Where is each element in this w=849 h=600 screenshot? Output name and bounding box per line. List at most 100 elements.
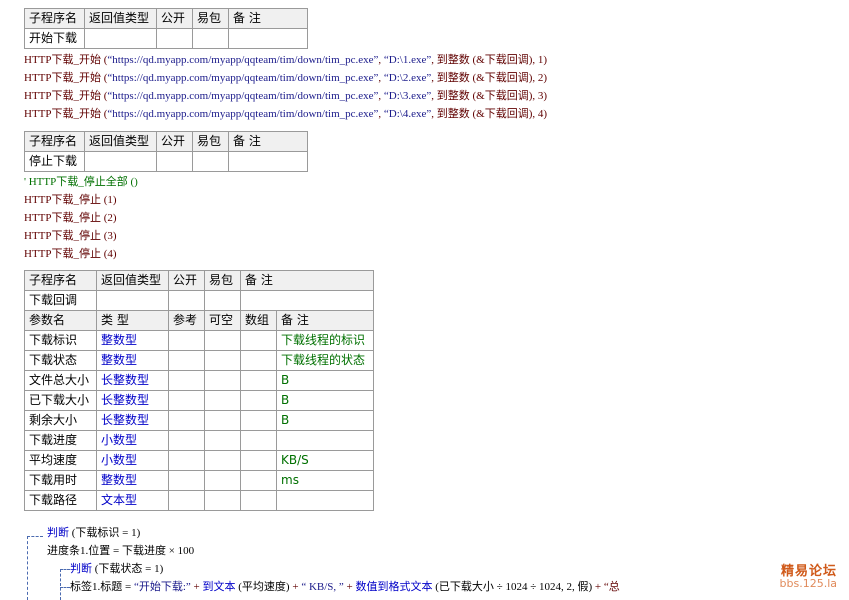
header-type: 类 型 [96, 310, 169, 331]
header-note: 备 注 [239, 270, 375, 291]
param-note[interactable] [275, 430, 375, 451]
param-optional[interactable] [204, 330, 241, 351]
code-if-status[interactable]: 判断 (下载状态 = 1) [70, 560, 163, 578]
param-optional[interactable] [204, 390, 241, 411]
code-comment-stop-all[interactable]: ' HTTP下载_停止全部 () [24, 173, 138, 191]
sub-name-stop[interactable]: 停止下载 [24, 151, 85, 172]
func-to-int: 到整数 [436, 72, 470, 84]
sub-table-stop: 子程序名 返回值类型 公开 易包 备 注 停止下载 [24, 131, 308, 172]
code-line-http-start[interactable]: HTTP下载_开始 (“https://qd.myapp.com/myapp/q… [24, 87, 547, 105]
sub-name-start[interactable]: 开始下载 [24, 28, 85, 49]
param-array[interactable] [240, 370, 277, 391]
cell-empty[interactable] [156, 151, 193, 172]
code-line-http-start[interactable]: HTTP下载_开始 (“https://qd.myapp.com/myapp/q… [24, 105, 547, 123]
code-label-caption[interactable]: 标签1.标题 = “开始下载:” + 到文本 (平均速度) + “ KB/S, … [70, 578, 620, 596]
param-array[interactable] [240, 490, 277, 511]
index-arg: 3) [537, 90, 548, 102]
param-type[interactable]: 小数型 [96, 450, 169, 471]
code-line-http-start[interactable]: HTTP下载_开始 (“https://qd.myapp.com/myapp/q… [24, 51, 547, 69]
param-array[interactable] [240, 450, 277, 471]
param-array[interactable] [240, 430, 277, 451]
cell-empty[interactable] [228, 28, 308, 49]
callback-arg: (&下载回调) [472, 90, 533, 102]
cell-empty[interactable] [156, 28, 193, 49]
param-array[interactable] [240, 330, 277, 351]
code-line-http-stop[interactable]: HTTP下载_停止 (4) [24, 245, 117, 263]
param-type[interactable]: 整数型 [96, 470, 169, 491]
code-line-http-stop[interactable]: HTTP下载_停止 (2) [24, 209, 117, 227]
code-assign-progress[interactable]: 进度条1.位置 = 下载进度 × 100 [47, 542, 194, 560]
operator-plus: + [193, 581, 200, 593]
param-type[interactable]: 长整数型 [96, 370, 169, 391]
param-ref[interactable] [168, 330, 205, 351]
param-ref[interactable] [168, 430, 205, 451]
param-type[interactable]: 长整数型 [96, 410, 169, 431]
param-row: 已下载大小 长整数型 B [24, 390, 375, 411]
param-note[interactable]: 下载线程的标识 [275, 330, 375, 351]
param-array[interactable] [240, 410, 277, 431]
param-name[interactable]: 下载进度 [24, 430, 97, 451]
param-ref[interactable] [168, 490, 205, 511]
param-note[interactable] [275, 490, 375, 511]
param-name[interactable]: 平均速度 [24, 450, 97, 471]
param-optional[interactable] [204, 490, 241, 511]
code-line-http-stop[interactable]: HTTP下载_停止 (3) [24, 227, 117, 245]
path-string: “D:\1.exe” [383, 54, 432, 66]
cell-empty[interactable] [84, 28, 157, 49]
flow-line-inner-head [60, 569, 70, 570]
param-ref[interactable] [168, 350, 205, 371]
param-note[interactable]: B [275, 370, 375, 391]
header-easy-pkg: 易包 [204, 270, 241, 291]
param-note[interactable]: B [275, 410, 375, 431]
func-to-int: 到整数 [436, 90, 470, 102]
param-ref[interactable] [168, 370, 205, 391]
param-name[interactable]: 下载用时 [24, 470, 97, 491]
param-name[interactable]: 剩余大小 [24, 410, 97, 431]
cell-empty[interactable] [239, 290, 375, 311]
cell-empty[interactable] [192, 151, 229, 172]
path-string: “D:\4.exe” [383, 108, 432, 120]
param-ref[interactable] [168, 390, 205, 411]
string-kbs: “ KB/S, ” [301, 581, 344, 593]
param-optional[interactable] [204, 370, 241, 391]
param-note[interactable]: 下载线程的状态 [275, 350, 375, 371]
param-note[interactable]: B [275, 390, 375, 411]
param-ref[interactable] [168, 470, 205, 491]
cell-empty[interactable] [192, 28, 229, 49]
code-line-http-stop[interactable]: HTTP下载_停止 (1) [24, 191, 117, 209]
param-ref[interactable] [168, 450, 205, 471]
param-optional[interactable] [204, 430, 241, 451]
param-optional[interactable] [204, 410, 241, 431]
param-optional[interactable] [204, 470, 241, 491]
param-optional[interactable] [204, 350, 241, 371]
cell-empty[interactable] [168, 290, 205, 311]
param-row: 平均速度 小数型 KB/S [24, 450, 375, 471]
cell-empty[interactable] [96, 290, 169, 311]
param-name[interactable]: 下载状态 [24, 350, 97, 371]
param-optional[interactable] [204, 450, 241, 471]
code-line-http-start[interactable]: HTTP下载_开始 (“https://qd.myapp.com/myapp/q… [24, 69, 547, 87]
operator-plus: + [346, 581, 353, 593]
cell-empty[interactable] [84, 151, 157, 172]
param-ref[interactable] [168, 410, 205, 431]
param-array[interactable] [240, 350, 277, 371]
param-type[interactable]: 整数型 [96, 330, 169, 351]
param-name[interactable]: 已下载大小 [24, 390, 97, 411]
param-array[interactable] [240, 390, 277, 411]
cell-empty[interactable] [228, 151, 308, 172]
param-type[interactable]: 长整数型 [96, 390, 169, 411]
param-type[interactable]: 文本型 [96, 490, 169, 511]
param-type[interactable]: 小数型 [96, 430, 169, 451]
param-name[interactable]: 下载路径 [24, 490, 97, 511]
sub-name-callback[interactable]: 下载回调 [24, 290, 97, 311]
param-type[interactable]: 整数型 [96, 350, 169, 371]
param-name[interactable]: 文件总大小 [24, 370, 97, 391]
param-note[interactable]: KB/S [275, 450, 375, 471]
code-if-id[interactable]: 判断 (下载标识 = 1) [47, 524, 140, 542]
assign-text: 进度条1.位置 = 下载进度 × 100 [47, 545, 195, 557]
param-note[interactable]: ms [275, 470, 375, 491]
cell-empty[interactable] [204, 290, 241, 311]
header-sub-name: 子程序名 [24, 270, 97, 291]
param-array[interactable] [240, 470, 277, 491]
param-name[interactable]: 下载标识 [24, 330, 97, 351]
